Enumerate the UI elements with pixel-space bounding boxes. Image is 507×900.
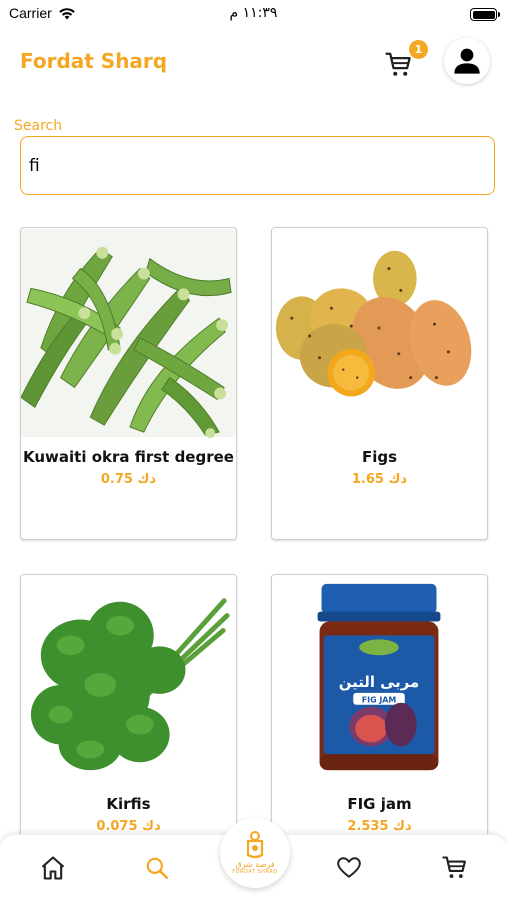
jam-label-english: FIG JAM [362,695,397,704]
search-field-wrapper [20,136,495,195]
product-name: FIG jam [347,795,412,813]
product-card-figs[interactable]: Figs 1.65 دك [271,227,488,540]
center-logo-button[interactable]: فرصة شرق FORDAT SHARQ [220,818,290,888]
nav-cart-button[interactable] [439,852,471,884]
cart-icon [442,856,466,879]
product-name: Kuwaiti okra first degree [23,448,234,466]
brand-title: Fordat Sharq [20,49,168,73]
product-name: Kirfis [106,795,151,813]
cart-count-badge: 1 [409,40,428,59]
jam-label-arabic: مربى التين [339,673,419,691]
figs-image [272,228,487,438]
product-card-okra[interactable]: Kuwaiti okra first degree 0.75 دك [20,227,237,540]
search-input[interactable] [21,137,494,194]
app-header: Fordat Sharq 1 [0,38,507,84]
product-price: 0.75 دك [100,472,157,487]
fig-jam-image: مربى التين FIG JAM [272,575,487,785]
home-icon [41,856,65,880]
product-card-fig-jam[interactable]: مربى التين FIG JAM FIG jam 2.535 دك [271,574,488,844]
logo-arabic-text: فرصة شرق [235,860,275,869]
product-price: 1.65 دك [351,472,408,487]
profile-avatar-button[interactable] [444,38,490,84]
search-icon [146,857,168,879]
heart-icon [337,857,361,878]
product-name: Figs [361,448,398,466]
status-bar: Carrier ١١:٣٩ م [0,0,507,30]
user-icon [454,48,480,74]
status-time: ١١:٣٩ م [229,5,278,21]
product-card-kirfis[interactable]: Kirfis 0.075 دك [20,574,237,844]
product-price: 2.535 دك [347,819,412,834]
brand-logo-icon [246,831,264,859]
logo-english-text: FORDAT SHARQ [232,869,278,875]
search-label: Search [14,118,63,134]
nav-favorites-button[interactable] [333,852,365,884]
battery-icon [470,8,500,21]
nav-search-button[interactable] [141,852,173,884]
nav-home-button[interactable] [37,852,69,884]
product-price: 0.075 دك [96,819,161,834]
okra-image [21,228,236,438]
celery-image [21,575,236,785]
